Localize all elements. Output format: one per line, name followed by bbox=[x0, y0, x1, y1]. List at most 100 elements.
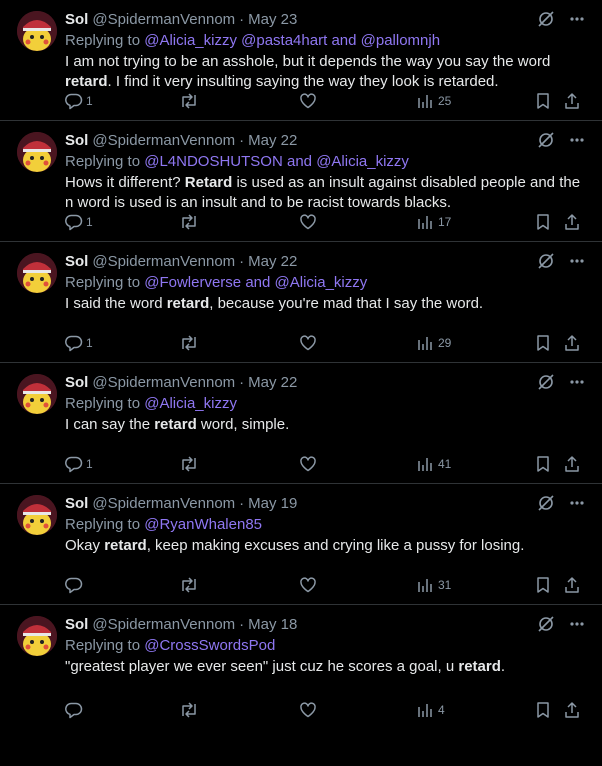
retweet-button[interactable] bbox=[179, 701, 199, 719]
retweet-button[interactable] bbox=[179, 92, 199, 110]
share-button[interactable] bbox=[563, 455, 581, 473]
mention-link[interactable]: @Alicia_kizzy bbox=[275, 274, 368, 291]
views-button[interactable]: 4 bbox=[417, 702, 445, 718]
user-handle[interactable]: @SpidermanVennom bbox=[92, 495, 235, 512]
more-icon[interactable] bbox=[570, 259, 584, 263]
tweet[interactable]: Sol @SpidermanVennom · May 18 Replying t… bbox=[0, 605, 602, 729]
avatar[interactable] bbox=[17, 253, 57, 293]
mention-link[interactable]: and bbox=[287, 153, 312, 170]
grok-icon[interactable] bbox=[537, 494, 555, 512]
grok-icon[interactable] bbox=[537, 615, 555, 633]
user-handle[interactable]: @SpidermanVennom bbox=[92, 374, 235, 391]
bookmark-button[interactable] bbox=[535, 334, 551, 352]
reply-button[interactable]: 1 bbox=[65, 455, 93, 473]
mention-link[interactable]: @Fowlerverse bbox=[144, 274, 241, 291]
mention-link[interactable]: @Alicia_kizzy bbox=[144, 32, 237, 49]
retweet-button[interactable] bbox=[179, 455, 199, 473]
like-button[interactable] bbox=[299, 455, 317, 473]
display-name[interactable]: Sol bbox=[65, 132, 88, 149]
avatar[interactable] bbox=[17, 11, 57, 51]
like-button[interactable] bbox=[299, 576, 317, 594]
views-button[interactable]: 25 bbox=[417, 93, 451, 109]
more-icon[interactable] bbox=[570, 17, 584, 21]
more-icon[interactable] bbox=[570, 622, 584, 626]
views-button[interactable]: 41 bbox=[417, 456, 451, 472]
views-icon bbox=[417, 93, 433, 109]
display-name[interactable]: Sol bbox=[65, 253, 88, 270]
mention-link[interactable]: @Alicia_kizzy bbox=[144, 395, 237, 412]
tweet[interactable]: Sol @SpidermanVennom · May 22 Replying t… bbox=[0, 363, 602, 484]
mention-link[interactable]: @Alicia_kizzy bbox=[316, 153, 409, 170]
display-name[interactable]: Sol bbox=[65, 11, 88, 28]
bookmark-button[interactable] bbox=[535, 92, 551, 110]
replying-to: Replying to @CrossSwordsPod bbox=[65, 637, 588, 654]
views-button[interactable]: 31 bbox=[417, 577, 451, 593]
grok-icon[interactable] bbox=[537, 252, 555, 270]
mention-link[interactable]: and bbox=[331, 32, 356, 49]
reply-button[interactable]: 1 bbox=[65, 213, 93, 231]
mention-link[interactable]: and bbox=[245, 274, 270, 291]
avatar[interactable] bbox=[17, 495, 57, 535]
more-icon[interactable] bbox=[570, 380, 584, 384]
share-button[interactable] bbox=[563, 701, 581, 719]
tweet-date[interactable]: May 19 bbox=[248, 495, 297, 512]
replying-prefix: Replying to bbox=[65, 32, 141, 49]
mention-link[interactable]: @pallomnjh bbox=[361, 32, 440, 49]
tweet-date[interactable]: May 18 bbox=[248, 616, 297, 633]
retweet-button[interactable] bbox=[179, 576, 199, 594]
share-icon bbox=[563, 334, 581, 352]
tweet-date[interactable]: May 23 bbox=[248, 11, 297, 28]
views-button[interactable]: 29 bbox=[417, 335, 451, 351]
grok-icon[interactable] bbox=[537, 10, 555, 28]
more-icon[interactable] bbox=[570, 501, 584, 505]
user-handle[interactable]: @SpidermanVennom bbox=[92, 616, 235, 633]
separator-dot: · bbox=[239, 494, 245, 512]
display-name[interactable]: Sol bbox=[65, 495, 88, 512]
more-icon[interactable] bbox=[570, 138, 584, 142]
tweet[interactable]: Sol @SpidermanVennom · May 19 Replying t… bbox=[0, 484, 602, 605]
mention-link[interactable]: @L4NDOSHUTSON bbox=[144, 153, 283, 170]
mention-link[interactable]: @CrossSwordsPod bbox=[144, 637, 275, 654]
share-button[interactable] bbox=[563, 92, 581, 110]
share-button[interactable] bbox=[563, 576, 581, 594]
grok-icon[interactable] bbox=[537, 131, 555, 149]
reply-icon bbox=[65, 92, 83, 110]
bookmark-button[interactable] bbox=[535, 455, 551, 473]
tweet-header: Sol @SpidermanVennom · May 22 bbox=[65, 251, 588, 271]
retweet-button[interactable] bbox=[179, 213, 199, 231]
views-count: 25 bbox=[438, 94, 452, 108]
like-button[interactable] bbox=[299, 213, 317, 231]
mention-link[interactable]: @pasta4hart bbox=[241, 32, 327, 49]
reply-button[interactable]: 1 bbox=[65, 334, 93, 352]
share-button[interactable] bbox=[563, 334, 581, 352]
avatar[interactable] bbox=[17, 374, 57, 414]
like-button[interactable] bbox=[299, 334, 317, 352]
reply-button[interactable] bbox=[65, 701, 86, 719]
grok-icon[interactable] bbox=[537, 373, 555, 391]
bookmark-button[interactable] bbox=[535, 213, 551, 231]
tweet-date[interactable]: May 22 bbox=[248, 132, 297, 149]
bookmark-button[interactable] bbox=[535, 576, 551, 594]
reply-button[interactable]: 1 bbox=[65, 92, 93, 110]
retweet-button[interactable] bbox=[179, 334, 199, 352]
tweet-date[interactable]: May 22 bbox=[248, 374, 297, 391]
tweet[interactable]: Sol @SpidermanVennom · May 22 Replying t… bbox=[0, 242, 602, 363]
replying-prefix: Replying to bbox=[65, 395, 141, 412]
views-button[interactable]: 17 bbox=[417, 214, 451, 230]
user-handle[interactable]: @SpidermanVennom bbox=[92, 253, 235, 270]
like-button[interactable] bbox=[299, 92, 317, 110]
like-button[interactable] bbox=[299, 701, 317, 719]
tweet-date[interactable]: May 22 bbox=[248, 253, 297, 270]
avatar[interactable] bbox=[17, 132, 57, 172]
user-handle[interactable]: @SpidermanVennom bbox=[92, 132, 235, 149]
avatar[interactable] bbox=[17, 616, 57, 656]
display-name[interactable]: Sol bbox=[65, 616, 88, 633]
display-name[interactable]: Sol bbox=[65, 374, 88, 391]
user-handle[interactable]: @SpidermanVennom bbox=[92, 11, 235, 28]
reply-button[interactable] bbox=[65, 576, 86, 594]
tweet[interactable]: Sol @SpidermanVennom · May 23 Replying t… bbox=[0, 0, 602, 121]
tweet[interactable]: Sol @SpidermanVennom · May 22 Replying t… bbox=[0, 121, 602, 242]
bookmark-button[interactable] bbox=[535, 701, 551, 719]
mention-link[interactable]: @RyanWhalen85 bbox=[144, 516, 262, 533]
share-button[interactable] bbox=[563, 213, 581, 231]
